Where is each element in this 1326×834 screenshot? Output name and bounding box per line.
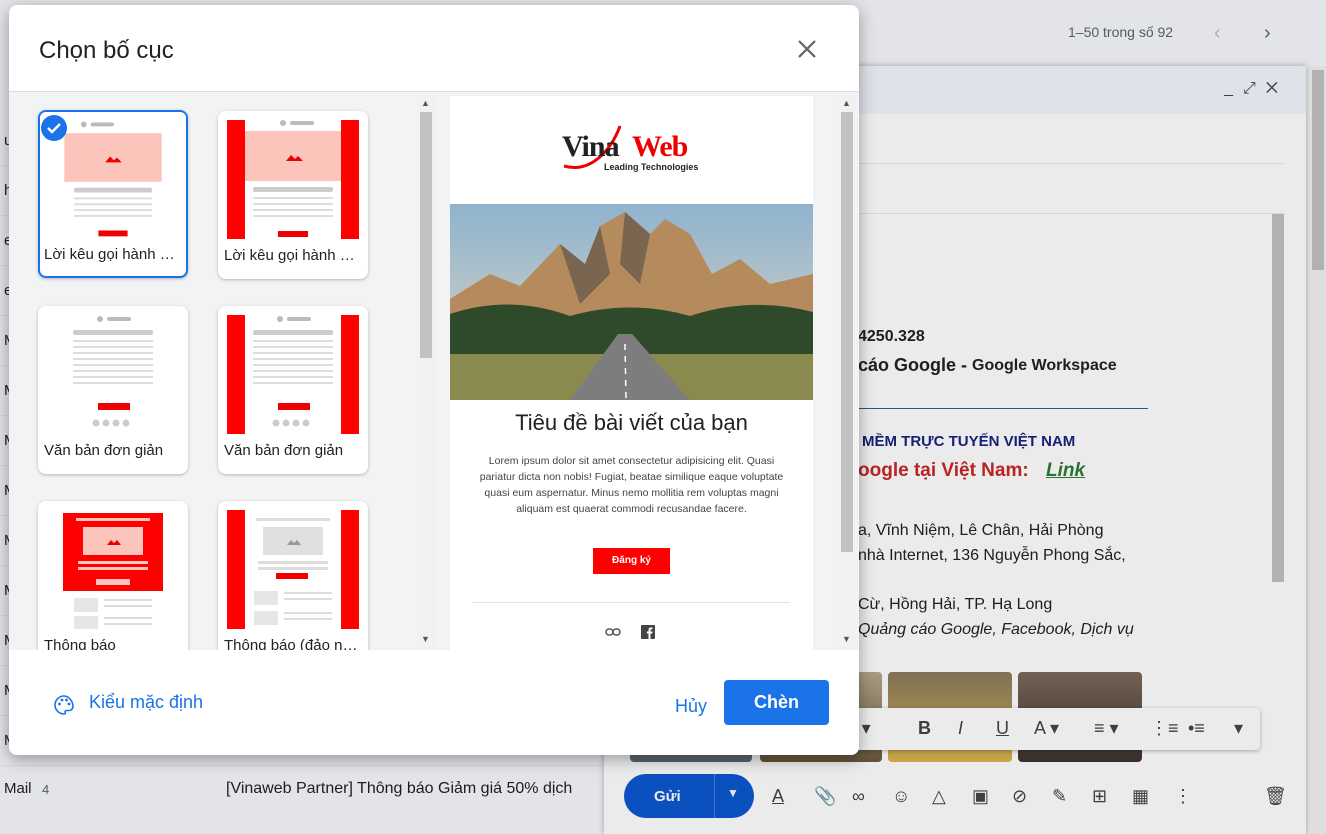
preview-body: Lorem ipsum dolor sit amet consectetur a… [479,455,784,515]
insert-button[interactable]: Chèn [724,680,829,725]
vinaweb-logo: Vina Web Leading Technologies [562,118,707,174]
close-icon[interactable] [795,37,819,61]
scroll-up-icon[interactable]: ▲ [421,98,430,108]
scrollbar-thumb[interactable] [420,112,432,358]
scroll-up-icon[interactable]: ▲ [842,98,851,108]
layout-thumbnail [218,501,368,629]
scroll-down-icon[interactable]: ▼ [421,634,430,644]
layout-thumbnail [218,111,368,239]
layout-card-simple-text-bordered[interactable]: Văn bản đơn giản [218,306,368,474]
cancel-button[interactable]: Hủy [663,688,719,724]
divider [472,602,790,603]
layout-thumbnail [218,306,368,434]
default-style-label: Kiểu mặc định [89,692,204,712]
layout-card-call-to-action[interactable]: Lời kêu gọi hành động [38,110,188,278]
hero-mountain-image [450,204,813,400]
layout-dialog: Chọn bố cục Lời kêu gọi hành động Lời kê… [9,5,859,755]
layout-card-label: Văn bản đơn giản [44,442,164,459]
layout-thumbnail [38,501,188,629]
layout-card-simple-text[interactable]: Văn bản đơn giản [38,306,188,474]
link-icon [605,628,621,636]
layout-card-announcement[interactable]: Thông báo [38,501,188,650]
dialog-title: Chọn bố cục [39,37,174,64]
layout-card-label: Thông báo [44,637,116,650]
layout-preview-pane: Vina Web Leading Technologies Tiêu đề bà… [435,92,859,650]
scroll-down-icon[interactable]: ▼ [842,634,851,644]
layout-thumbnail [38,306,188,434]
layout-grid-scrollbar[interactable]: ▲ ▼ [417,92,435,650]
layout-grid: Lời kêu gọi hành động Lời kêu gọi hành đ… [9,92,417,650]
layout-card-label: Lời kêu gọi hành động [224,247,362,264]
preview-scrollbar[interactable]: ▲ ▼ [838,92,856,650]
layout-card-label: Văn bản đơn giản [224,442,344,459]
facebook-icon [641,625,655,639]
dialog-footer: Kiểu mặc định Hủy Chèn [9,650,859,755]
palette-icon [54,695,74,715]
layout-card-announcement-inverted[interactable]: Thông báo (đảo ngược) [218,501,368,650]
layout-card-label: Thông báo (đảo ngược) [224,637,362,650]
layout-preview: Vina Web Leading Technologies Tiêu đề bà… [450,96,813,650]
layout-card-call-to-action-bordered[interactable]: Lời kêu gọi hành động [218,111,368,279]
preview-cta-button: Đăng ký [593,548,670,574]
layout-card-label: Lời kêu gọi hành động [44,246,182,263]
selected-check-icon [41,115,67,141]
preview-heading: Tiêu đề bài viết của bạn [515,410,748,435]
scrollbar-thumb[interactable] [841,112,853,552]
